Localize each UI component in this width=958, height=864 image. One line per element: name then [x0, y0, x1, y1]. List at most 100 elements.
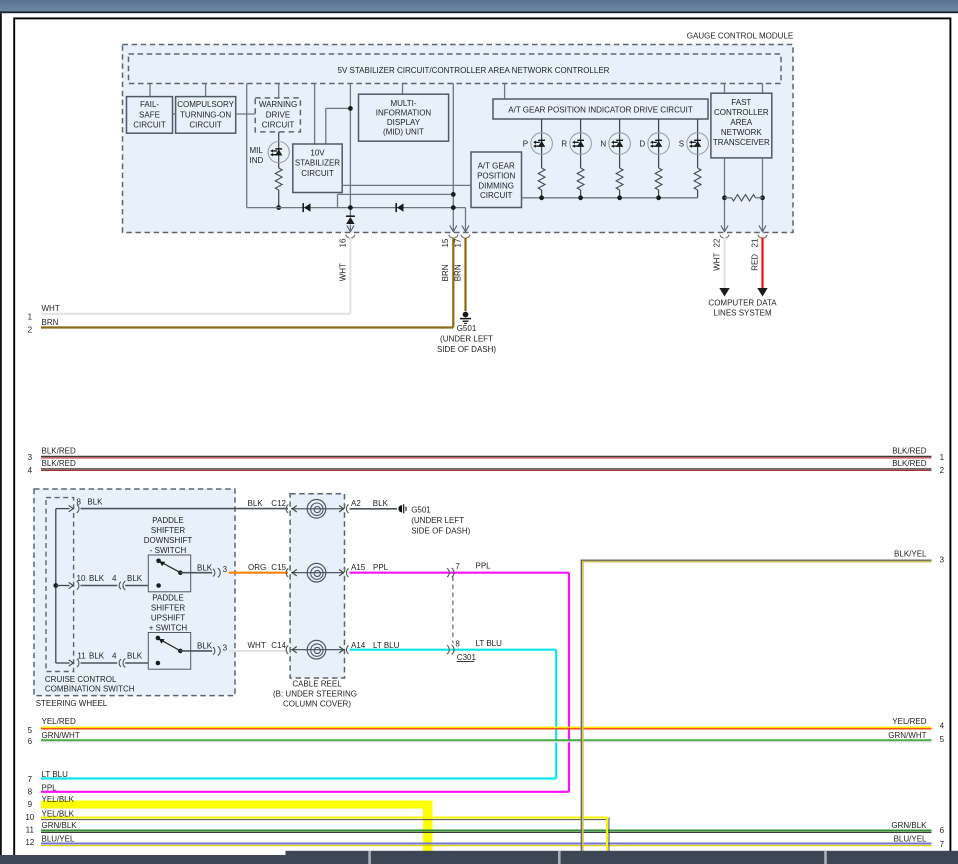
svg-text:TURNING-ON: TURNING-ON	[180, 110, 231, 119]
svg-text:YEL/RED: YEL/RED	[42, 717, 76, 726]
svg-text:1: 1	[28, 312, 33, 321]
svg-text:CIRCUIT: CIRCUIT	[189, 121, 222, 130]
svg-text:DISPLAY: DISPLAY	[387, 118, 421, 127]
svg-text:PPL: PPL	[373, 563, 389, 572]
svg-text:17: 17	[454, 238, 463, 247]
svg-text:- SWITCH: - SWITCH	[150, 546, 187, 555]
svg-text:(UNDER LEFT: (UNDER LEFT	[411, 516, 464, 525]
svg-text:GRN/BLK: GRN/BLK	[42, 821, 78, 830]
svg-text:CIRCUIT: CIRCUIT	[301, 169, 334, 178]
svg-text:12: 12	[25, 838, 34, 847]
svg-text:WARNING: WARNING	[259, 100, 297, 109]
svg-text:CRUISE CONTROL: CRUISE CONTROL	[45, 675, 117, 684]
svg-text:UPSHIFT: UPSHIFT	[151, 614, 185, 623]
svg-text:STEERING WHEEL: STEERING WHEEL	[36, 699, 108, 708]
svg-text:TRANSCEIVER: TRANSCEIVER	[713, 138, 770, 147]
svg-text:SHIFTER: SHIFTER	[151, 604, 185, 613]
svg-text:1: 1	[940, 453, 945, 462]
svg-text:WHT: WHT	[338, 263, 347, 281]
svg-text:(B: UNDER STEERING: (B: UNDER STEERING	[273, 690, 357, 699]
svg-text:4: 4	[112, 652, 117, 661]
svg-text:BLK: BLK	[197, 642, 213, 651]
svg-text:BLK: BLK	[127, 574, 143, 583]
svg-text:GAUGE CONTROL MODULE: GAUGE CONTROL MODULE	[687, 32, 793, 41]
svg-text:BLK: BLK	[373, 499, 389, 508]
svg-text:WHT: WHT	[248, 641, 266, 650]
svg-text:BLK: BLK	[89, 574, 105, 583]
svg-text:S: S	[679, 139, 684, 148]
svg-text:A15: A15	[351, 563, 366, 572]
svg-text:CIRCUIT: CIRCUIT	[262, 121, 295, 130]
svg-text:POSITION: POSITION	[477, 171, 515, 180]
svg-text:22: 22	[712, 238, 721, 247]
svg-text:GRN/WHT: GRN/WHT	[888, 731, 926, 740]
svg-text:11: 11	[26, 825, 35, 834]
svg-text:8: 8	[76, 498, 81, 507]
svg-text:6: 6	[940, 826, 945, 835]
svg-text:PADDLE: PADDLE	[152, 516, 183, 525]
svg-text:LT BLU: LT BLU	[42, 770, 69, 779]
svg-text:BLK: BLK	[248, 499, 264, 508]
svg-text:A/T GEAR POSITION INDICATOR DR: A/T GEAR POSITION INDICATOR DRIVE CIRCUI…	[508, 105, 693, 114]
svg-text:GRN/BLK: GRN/BLK	[891, 821, 927, 830]
svg-text:C12: C12	[271, 499, 286, 508]
svg-text:A/T GEAR: A/T GEAR	[478, 162, 515, 171]
svg-text:P: P	[523, 139, 528, 148]
svg-text:DOWNSHIFT: DOWNSHIFT	[144, 536, 193, 545]
svg-text:BLK: BLK	[89, 652, 105, 661]
svg-text:AREA: AREA	[730, 118, 752, 127]
svg-text:ORG: ORG	[248, 563, 266, 572]
svg-text:2: 2	[28, 325, 33, 334]
svg-text:NETWORK: NETWORK	[721, 128, 763, 137]
svg-text:SIDE OF DASH): SIDE OF DASH)	[411, 526, 470, 535]
svg-text:(MID) UNIT: (MID) UNIT	[383, 128, 424, 137]
svg-text:PPL: PPL	[42, 784, 58, 793]
svg-text:C14: C14	[271, 641, 286, 650]
svg-text:COMBINATION SWITCH: COMBINATION SWITCH	[45, 685, 135, 694]
svg-text:CIRCUIT: CIRCUIT	[480, 191, 513, 200]
svg-text:BLK: BLK	[87, 498, 103, 507]
svg-text:6: 6	[28, 737, 33, 746]
svg-text:8: 8	[28, 788, 33, 797]
svg-text:SHIFTER: SHIFTER	[151, 526, 185, 535]
svg-text:YEL/BLK: YEL/BLK	[42, 795, 75, 804]
svg-text:G501: G501	[411, 506, 431, 515]
svg-text:DIMMING: DIMMING	[478, 181, 514, 190]
svg-text:STABILIZER: STABILIZER	[295, 159, 340, 168]
svg-text:10: 10	[25, 813, 34, 822]
svg-text:11: 11	[77, 652, 86, 661]
svg-text:10V: 10V	[310, 148, 325, 157]
svg-text:5: 5	[28, 726, 33, 735]
svg-text:COMPUTER DATA: COMPUTER DATA	[708, 298, 777, 307]
svg-text:BRN: BRN	[441, 264, 450, 281]
svg-text:COMPULSORY: COMPULSORY	[177, 100, 234, 109]
svg-text:R: R	[561, 139, 567, 148]
svg-text:3: 3	[940, 556, 945, 565]
svg-text:GRN/WHT: GRN/WHT	[42, 731, 80, 740]
svg-text:4: 4	[112, 574, 117, 583]
svg-text:A14: A14	[351, 641, 366, 650]
svg-text:8: 8	[455, 639, 460, 648]
svg-text:BLU/YEL: BLU/YEL	[42, 835, 75, 844]
svg-text:LINES SYSTEM: LINES SYSTEM	[713, 309, 772, 318]
svg-text:N: N	[600, 139, 606, 148]
svg-text:YEL/BLK: YEL/BLK	[42, 810, 75, 819]
svg-text:5V STABILIZER CIRCUIT/CONTROLL: 5V STABILIZER CIRCUIT/CONTROLLER AREA NE…	[338, 66, 610, 75]
svg-text:INFORMATION: INFORMATION	[376, 108, 432, 117]
svg-text:PPL: PPL	[476, 562, 492, 571]
svg-text:SAFE: SAFE	[139, 110, 160, 119]
svg-text:7: 7	[940, 840, 945, 849]
svg-text:WHT: WHT	[712, 252, 721, 270]
svg-text:MULTI-: MULTI-	[390, 99, 416, 108]
svg-text:C15: C15	[271, 563, 286, 572]
svg-text:BLK/RED: BLK/RED	[42, 459, 76, 468]
svg-text:COLUMN COVER): COLUMN COVER)	[283, 699, 351, 708]
svg-text:LT BLU: LT BLU	[476, 639, 503, 648]
svg-text:C301: C301	[457, 653, 477, 662]
svg-text:CABLE REEL: CABLE REEL	[292, 679, 342, 688]
svg-text:BLK/YEL: BLK/YEL	[894, 549, 927, 558]
svg-text:4: 4	[28, 466, 33, 475]
svg-text:4: 4	[940, 722, 945, 731]
svg-text:A2: A2	[351, 499, 361, 508]
svg-text:SIDE OF DASH): SIDE OF DASH)	[437, 345, 496, 354]
